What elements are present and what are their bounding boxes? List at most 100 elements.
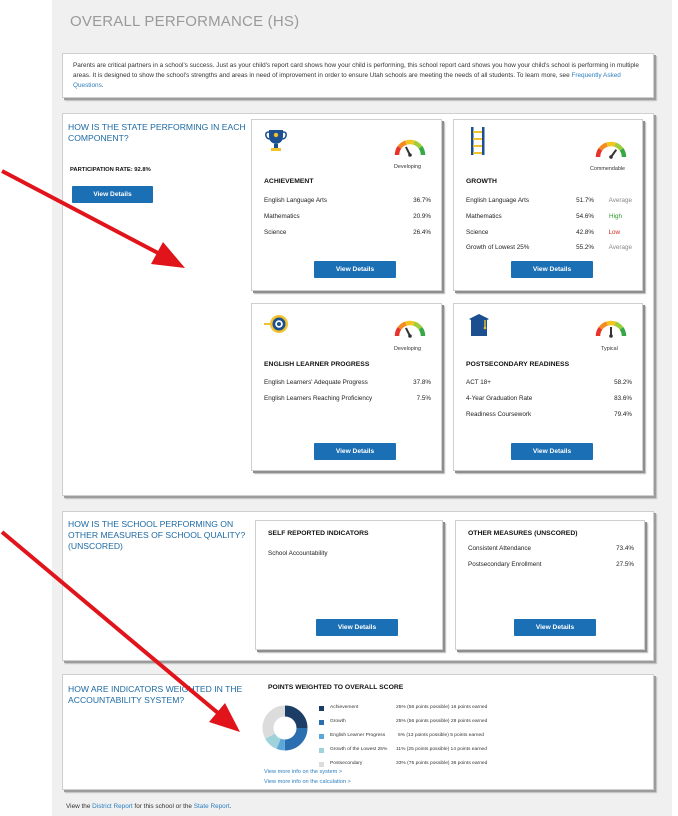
postsecondary-card: Typical POSTSECONDARY READINESS ACT 18+ 5… [453, 303, 643, 471]
postsecondary-view-details-button[interactable]: View Details [511, 443, 593, 460]
elp-gauge-icon [394, 320, 426, 338]
state-section-heading: HOW IS THE STATE PERFORMING IN EACH COMP… [68, 122, 246, 143]
legend-swatch [319, 748, 324, 753]
legend-points: 6% (13 points possible) 5 points earned [398, 733, 484, 738]
achievement-view-details-button[interactable]: View Details [314, 261, 396, 278]
legend-points: 25% (56 points possible) 28 points earne… [396, 719, 488, 724]
legend-swatch [319, 734, 324, 739]
achievement-row: Mathematics 20.9% [264, 213, 431, 223]
row-label: Consistent Attendance [468, 545, 532, 552]
growth-card: Commendable GROWTH English Language Arts… [453, 119, 643, 291]
row-value: 37.8% [413, 379, 431, 386]
system-info-link[interactable]: View more info on the system > [264, 769, 342, 775]
row-label: English Learners Reaching Proficiency [264, 395, 373, 402]
growth-rating: Commendable [590, 166, 626, 172]
page-title: OVERALL PERFORMANCE (HS) [70, 13, 300, 30]
row-label: English Language Arts [264, 197, 328, 204]
row-value: 54.6% [576, 213, 594, 220]
row-label: Mathematics [466, 213, 502, 220]
row-label: Postsecondary Enrollment [468, 561, 542, 568]
row-value: 20.9% [413, 213, 431, 220]
legend-row: Growth 25% (56 points possible) 28 points… [319, 719, 491, 727]
row-rating: Average [608, 244, 632, 251]
intro-panel: Parents are critical partners in a schoo… [62, 53, 654, 98]
row-label: Growth of Lowest 25% [466, 244, 530, 251]
row-value: 42.8% [576, 229, 594, 236]
legend-swatch [319, 720, 324, 725]
ladder-icon [471, 127, 485, 155]
other-measures-card: OTHER MEASURES (UNSCORED) Consistent Att… [455, 520, 645, 650]
postsecondary-rating: Typical [601, 346, 618, 352]
other-measures-title: OTHER MEASURES (UNSCORED) [468, 530, 578, 537]
row-rating: Low [608, 229, 620, 236]
growth-row: Mathematics 54.6% High [466, 213, 632, 223]
row-value: 51.7% [576, 197, 594, 204]
growth-row: English Language Arts 51.7% Average [466, 197, 632, 207]
row-label: English Learners' Adequate Progress [264, 379, 368, 386]
legend-name: English Learner Progress [330, 733, 386, 738]
legend-name: Achievement [330, 705, 359, 710]
self-reported-title: SELF REPORTED INDICATORS [268, 530, 369, 537]
row-label: Readiness Coursework [466, 411, 532, 418]
row-value: 27.5% [616, 561, 634, 568]
achievement-card: Developing ACHIEVEMENT English Language … [251, 119, 442, 291]
row-label: Mathematics [264, 213, 300, 220]
graduation-cap-icon [469, 314, 489, 336]
row-label: English Language Arts [466, 197, 530, 204]
quality-section-heading: HOW IS THE SCHOOL PERFORMING ON OTHER ME… [68, 519, 246, 551]
self-reported-row: School Accountability [268, 550, 432, 560]
row-value: 7.5% [416, 395, 431, 402]
self-reported-card: SELF REPORTED INDICATORS School Accounta… [255, 520, 443, 650]
achievement-rating: Developing [394, 164, 421, 170]
elp-view-details-button[interactable]: View Details [314, 443, 396, 460]
row-value: 26.4% [413, 229, 431, 236]
row-value: 73.4% [616, 545, 634, 552]
footer-prefix: View the [66, 803, 93, 810]
district-report-link[interactable]: District Report [92, 803, 132, 810]
calculation-info-link[interactable]: View more info on the calculation > [264, 779, 351, 785]
trophy-icon [265, 130, 287, 151]
postsecondary-row: Readiness Coursework 79.4% [466, 411, 632, 421]
postsecondary-gauge-icon [595, 320, 627, 338]
footer-suffix: . [229, 803, 232, 810]
legend-name: Postsecondary [330, 761, 363, 766]
other-measures-row: Consistent Attendance 73.4% [468, 545, 634, 555]
growth-view-details-button[interactable]: View Details [511, 261, 593, 278]
legend-swatch [319, 762, 324, 767]
row-value: 55.2% [576, 244, 594, 251]
achievement-row: English Language Arts 36.7% [264, 197, 431, 207]
footer-text: View the District Report for this school… [66, 803, 231, 810]
elp-rating: Developing [394, 346, 421, 352]
participation-rate: PARTICIPATION RATE: 92.8% [70, 167, 151, 173]
achievement-row: Science 26.4% [264, 229, 431, 239]
row-value: 79.4% [614, 411, 632, 418]
self-reported-view-details-button[interactable]: View Details [316, 619, 398, 636]
row-label: Science [264, 229, 287, 236]
row-rating: High [609, 213, 622, 220]
postsecondary-row: 4-Year Graduation Rate 83.6% [466, 395, 632, 405]
other-measures-view-details-button[interactable]: View Details [514, 619, 596, 636]
legend-points: 25% (56 points possible) 16 points earne… [396, 705, 488, 710]
row-label: Science [466, 229, 489, 236]
weighting-section-heading: HOW ARE INDICATORS WEIGHTED IN THE ACCOU… [68, 684, 243, 705]
intro-text: Parents are critical partners in a schoo… [73, 62, 639, 79]
elp-card: Developing ENGLISH LEARNER PROGRESS Engl… [251, 303, 442, 471]
footer-middle: for this school or the [132, 803, 194, 810]
row-label: 4-Year Graduation Rate [466, 395, 533, 402]
state-view-details-button[interactable]: View Details [72, 186, 153, 203]
growth-title: GROWTH [466, 178, 497, 185]
state-report-link[interactable]: State Report [194, 803, 230, 810]
row-rating: Average [608, 197, 632, 204]
row-label: School Accountability [268, 550, 328, 557]
legend-row: English Learner Progress 6% (13 points po… [319, 733, 491, 741]
legend-row: Achievement 25% (56 points possible) 16 p… [319, 705, 491, 713]
growth-row: Science 42.8% Low [466, 229, 632, 239]
achievement-gauge-icon [394, 139, 426, 157]
legend-points: 33% (75 points possible) 36 points earne… [396, 761, 488, 766]
weighting-title: POINTS WEIGHTED TO OVERALL SCORE [268, 684, 404, 691]
target-icon [264, 315, 288, 333]
postsecondary-row: ACT 18+ 58.2% [466, 379, 632, 389]
legend-swatch [319, 706, 324, 711]
legend-points: 11% (25 points possible) 14 points earne… [396, 747, 487, 752]
legend-name: Growth of the Lowest 25% [330, 747, 388, 752]
